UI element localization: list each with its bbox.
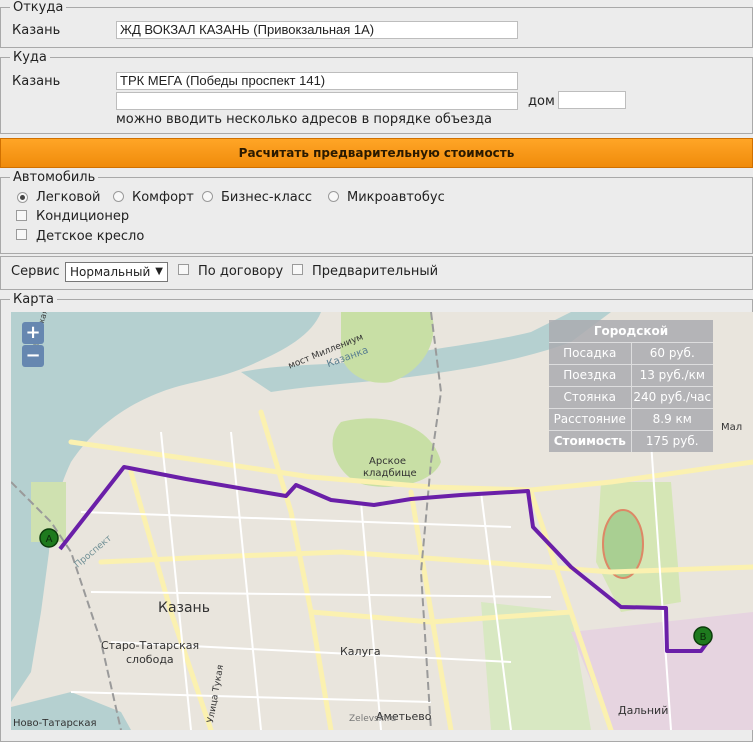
tariff-name: Стоянка [549,387,632,408]
zoom-in-button[interactable]: + [22,322,44,344]
car-label-business: Бизнес-класс [221,190,313,205]
map-label-arsk1: Арское [369,456,406,467]
house-label: дом [528,94,555,109]
air-conditioner-label: Кондиционер [36,209,130,224]
to-legend: Куда [13,50,47,65]
map-label-arsk2: кладбище [363,468,417,479]
address-hint: можно вводить несколько адресов в порядк… [116,112,492,127]
car-radio-business[interactable] [202,191,213,202]
tariff-name: Посадка [549,343,632,364]
contract-label: По договору [198,264,284,279]
car-label-minibus: Микроавтобус [347,190,445,205]
from-city-label: Казань [12,23,61,38]
tariff-name: Стоимость [549,431,632,452]
tariff-value: 8.9 км [652,412,692,426]
tariff-panel: Городской Посадка 60 руб. Поездка 13 руб… [549,320,713,452]
from-legend: Откуда [13,0,64,15]
car-radio-minibus[interactable] [328,191,339,202]
tariff-value: 175 руб. [645,434,699,448]
map-label-staro2: слобода [126,653,174,666]
map-label-dalniy: Дальний [618,704,669,717]
tariff-row-total: Стоимость 175 руб. [549,430,713,452]
tariff-title: Городской [593,324,669,338]
map-label-mal: Мал [721,422,743,433]
tariff-name: Расстояние [549,409,632,430]
tariff-value: 60 руб. [649,346,695,360]
zoom-out-button[interactable]: − [22,345,44,367]
map-legend: Карта [13,292,54,307]
from-address-input[interactable]: ЖД ВОКЗАЛ КАЗАНЬ (Привокзальная 1А) [116,21,518,39]
child-seat-label: Детское кресло [36,229,145,244]
map-stadium [602,509,644,579]
marker-a-label: A [46,534,53,545]
map-label-novo: Ново-Татарская [13,718,97,729]
contract-checkbox[interactable] [178,264,189,275]
calculate-button[interactable]: Расчитать предварительную стоимость [0,138,753,168]
tariff-row: Расстояние 8.9 км [549,408,713,430]
service-select[interactable]: Нормальный ▼ [65,262,168,282]
tariff-row: Стоянка 240 руб./час [549,386,713,408]
service-label: Сервис [11,264,60,279]
map[interactable]: A B Казань Старо-Татарская слобода Арско… [11,312,753,730]
map-attribution: Zelevsk.ru [349,714,397,724]
marker-b-label: B [700,632,707,643]
tariff-name: Поездка [549,365,632,386]
tariff-row: Посадка 60 руб. [549,342,713,364]
map-label-staro1: Старо-Татарская [101,639,200,652]
map-label-kazan: Казань [158,600,210,616]
child-seat-checkbox[interactable] [16,229,27,240]
to-address2-input[interactable] [116,92,518,110]
map-label-kaluga: Калуга [340,645,381,658]
car-label-comfort: Комфорт [132,190,194,205]
to-address-input[interactable]: ТРК МЕГА (Победы проспект 141) [116,72,518,90]
service-select-value: Нормальный [70,265,151,279]
to-city-label: Казань [12,74,61,89]
car-legend: Автомобиль [13,170,96,185]
car-radio-legkovoy[interactable] [17,192,28,203]
preliminary-checkbox[interactable] [292,264,303,275]
air-conditioner-checkbox[interactable] [16,210,27,221]
house-input[interactable] [558,91,626,109]
car-label-legkovoy: Легковой [36,190,101,205]
preliminary-label: Предварительный [312,264,439,279]
chevron-down-icon: ▼ [155,266,163,277]
tariff-value: 13 руб./км [639,368,705,382]
tariff-value: 240 руб./час [633,390,712,404]
car-radio-comfort[interactable] [113,191,124,202]
tariff-row: Поездка 13 руб./км [549,364,713,386]
